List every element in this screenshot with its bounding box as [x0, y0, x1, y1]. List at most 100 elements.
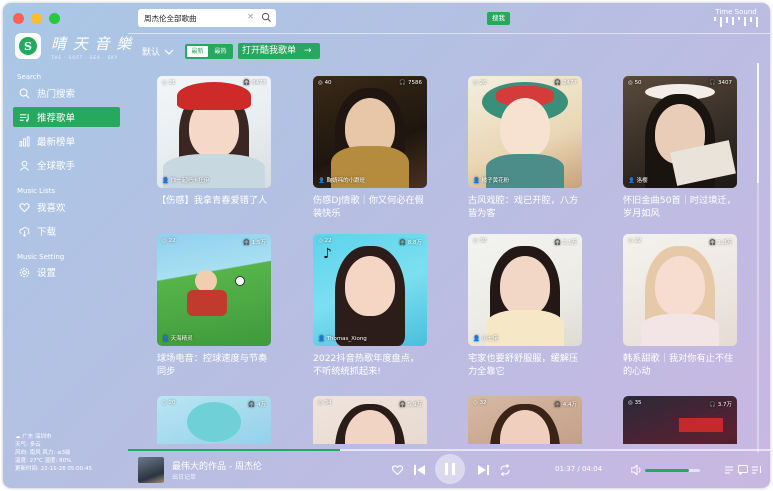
playlist-cover[interactable]: ◎ 35 🎧 3.7万	[623, 396, 737, 444]
weather-wind: 风向: 南风 风力: ≤3级	[15, 450, 71, 456]
listen-count: 🎧 5.9万	[399, 402, 422, 408]
playlist-title: 宅家也要舒舒服服，缓解压力全靠它	[468, 353, 579, 377]
playlist-card[interactable]: ◎ 50 🎧 3407 👤 洛樱 怀旧金曲50首｜时过境迁，岁月如风	[623, 76, 737, 220]
sidebar-item-favorites[interactable]: 我喜欢	[13, 197, 120, 217]
sidebar-item-singers[interactable]: 全球歌手	[13, 155, 120, 175]
previous-icon[interactable]	[414, 465, 425, 475]
brand-name: 晴 天 音 樂	[51, 35, 133, 53]
playlist-card[interactable]: ◎ 21 🎧 8473 👤 你一起吧卡狂伊 【伤感】我拿青春爱错了人	[157, 76, 271, 220]
playlist-cover[interactable]: ◎ 22 🎧 1.8万	[623, 234, 737, 346]
sidebar-item-settings[interactable]: 设置	[13, 262, 120, 282]
sidebar: S 晴 天 音 樂 THE · SOFT · SEA · SKY Search …	[3, 3, 133, 488]
listen-count: 🎧 2.1万	[554, 240, 577, 246]
playlist-cover[interactable]: ◎ 21 🎧 8473 👤 你一起吧卡狂伊	[157, 76, 271, 188]
lyrics-icon[interactable]	[724, 465, 734, 475]
sidebar-item-hot-search[interactable]: 热门搜索	[13, 83, 120, 103]
playlist-grid: ◎ 21 🎧 8473 👤 你一起吧卡狂伊 【伤感】我拿青春爱错了人 ◎ 40 …	[157, 76, 737, 444]
clear-icon[interactable]: ✕	[247, 12, 254, 21]
playlist-title: 【伤感】我拿青春爱错了人	[157, 195, 268, 206]
song-album: 出日记单	[172, 474, 197, 481]
weather-condition: 天气: 多云	[15, 442, 41, 448]
listen-count: 🎧 3407	[709, 80, 732, 86]
pause-icon	[445, 463, 455, 475]
play-count: ◎ 22	[318, 238, 332, 244]
play-count: ◎ 20	[162, 400, 176, 406]
playlist-cover[interactable]: ◎ 40 🎧 7586 👤 鞠婧祎的小跟班	[313, 76, 427, 188]
playlist-card[interactable]: ◎ 35 🎧 3.7万	[623, 396, 737, 444]
tiktok-icon: ♪	[323, 246, 332, 262]
playlist-cover[interactable]: ◎ 22 🎧 1.5万 👤 天海精灵	[157, 234, 271, 346]
playlist-card[interactable]: ♪ ◎ 22 🎧 8.8万 👤 Thomas_Xiong 2022抖音热歌年度盘…	[313, 234, 427, 378]
sidebar-item-recommended[interactable]: 推荐歌单	[13, 107, 120, 127]
sidebar-item-label: 推荐歌单	[37, 113, 76, 124]
sidebar-item-label: 设置	[37, 268, 57, 279]
arrow-right-icon: →	[304, 46, 312, 56]
playlist-author: 👤 天海精灵	[162, 336, 193, 342]
search-icon[interactable]	[261, 12, 272, 23]
listen-count: 🎧 8.8万	[399, 240, 422, 246]
playlist-author: 👤 小七佬	[473, 336, 499, 342]
sidebar-item-label: 全球歌手	[37, 161, 76, 172]
playback-progress[interactable]	[128, 449, 770, 451]
playlist-card[interactable]: ◎ 22 🎧 1.5万 👤 天海精灵 球场电音：控球速度与节奏同步	[157, 234, 271, 378]
tab-hottest[interactable]: 最热	[210, 46, 231, 57]
sidebar-item-label: 下载	[37, 227, 57, 238]
tab-newest[interactable]: 最新	[187, 46, 208, 57]
volume-slider[interactable]	[645, 469, 700, 472]
equalizer-icon	[714, 17, 758, 27]
comment-icon[interactable]	[738, 465, 748, 475]
weather-updated: 更新时间: 22-11-28 05:00:45	[15, 466, 93, 472]
next-icon[interactable]	[478, 465, 489, 475]
search-box[interactable]: ✕	[138, 9, 276, 27]
scrollbar[interactable]	[757, 63, 759, 453]
playlist-card[interactable]: ◎ 22 🎧 1.8万 韩系甜歌｜我对你有止不住的心动	[623, 234, 737, 378]
gear-icon	[19, 267, 30, 277]
playlist-card[interactable]: ◎ 34 🎧 5.9万	[313, 396, 427, 444]
playlist-card[interactable]: ◎ 20 🎧 4万	[157, 396, 271, 444]
playlist-author: 👤 你一起吧卡狂伊	[162, 178, 210, 184]
playlist-title: 古风戏腔：戏已开腔，八方皆为客	[468, 195, 579, 219]
album-cover[interactable]	[138, 457, 164, 483]
sort-label: 默认	[142, 48, 161, 58]
repeat-icon[interactable]	[499, 464, 511, 476]
queue-icon[interactable]	[752, 465, 762, 475]
playlist-cover[interactable]: ♪ ◎ 22 🎧 8.8万 👤 Thomas_Xiong	[313, 234, 427, 346]
playlist-cover[interactable]: ◎ 26 🎧 2477 👤 橘子黄花粉	[468, 76, 582, 188]
sidebar-item-charts[interactable]: 最新榜单	[13, 131, 120, 151]
playlist-cover[interactable]: ◎ 20 🎧 4万	[157, 396, 271, 444]
playlist-card[interactable]: ◎ 26 🎧 2477 👤 橘子黄花粉 古风戏腔：戏已开腔，八方皆为客	[468, 76, 582, 220]
playlist-icon	[19, 113, 29, 122]
play-count: ◎ 40	[318, 80, 332, 86]
minimize-window-button[interactable]	[31, 13, 42, 24]
singer-icon	[19, 160, 30, 171]
playlist-cover[interactable]: ◎ 50 🎧 3407 👤 洛樱	[623, 76, 737, 188]
playlist-author: 👤 Thomas_Xiong	[318, 336, 367, 342]
listen-count: 🎧 1.5万	[243, 240, 266, 246]
player-bar: 最伟大的作品 - 周杰伦 出日记单 01:37 / 04:04	[128, 449, 770, 488]
playlist-card[interactable]: ◎ 30 🎧 2.1万 👤 小七佬 宅家也要舒舒服服，缓解压力全靠它	[468, 234, 582, 378]
maximize-window-button[interactable]	[49, 13, 60, 24]
progress-fill	[128, 449, 340, 451]
brand: 晴 天 音 樂 THE · SOFT · SEA · SKY	[51, 33, 133, 61]
scrollbar-thumb[interactable]	[757, 63, 759, 183]
search-submit-button[interactable]: 搜我	[487, 12, 510, 25]
heart-icon[interactable]	[391, 464, 404, 476]
search-input[interactable]	[144, 13, 244, 23]
playlist-card[interactable]: ◎ 32 🎧 4.4万	[468, 396, 582, 444]
volume-icon[interactable]	[631, 465, 642, 475]
chevron-down-icon	[164, 49, 174, 55]
sort-dropdown[interactable]: 默认	[142, 45, 174, 58]
section-label-lists: Music Lists	[17, 187, 56, 195]
open-kuwo-playlist-button[interactable]: 打开酷我歌单 →	[238, 43, 320, 59]
playlist-card[interactable]: ◎ 40 🎧 7586 👤 鞠婧祎的小跟班 伤感DJ情歌｜你又何必在假装快乐	[313, 76, 427, 220]
playlist-author: 👤 鞠婧祎的小跟班	[318, 178, 366, 184]
playlist-cover[interactable]: ◎ 30 🎧 2.1万 👤 小七佬	[468, 234, 582, 346]
sidebar-item-label: 我喜欢	[37, 203, 66, 214]
playlist-cover[interactable]: ◎ 32 🎧 4.4万	[468, 396, 582, 444]
sidebar-item-download[interactable]: 下载	[13, 221, 120, 241]
playlist-cover[interactable]: ◎ 34 🎧 5.9万	[313, 396, 427, 444]
pause-button[interactable]	[435, 454, 465, 484]
playlist-title: 韩系甜歌｜我对你有止不住的心动	[623, 353, 734, 377]
close-window-button[interactable]	[13, 13, 24, 24]
sort-toggle: 最新 最热	[185, 44, 233, 59]
